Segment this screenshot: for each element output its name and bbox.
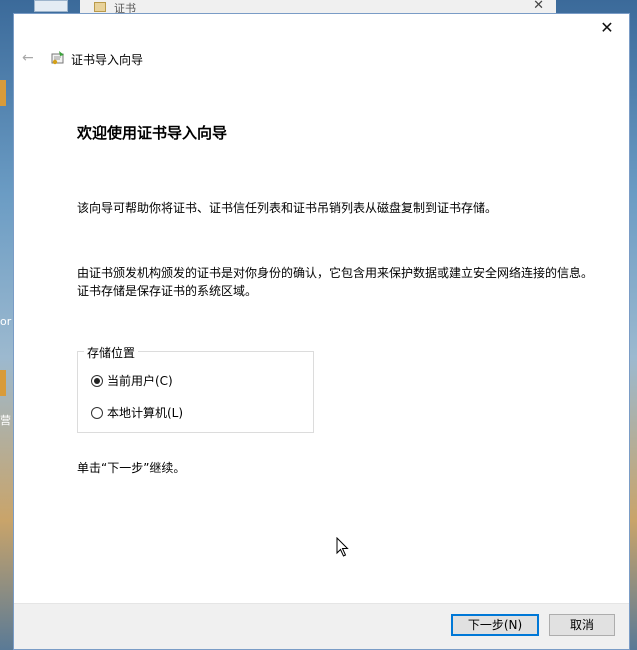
desktop-label: 营 [0,414,11,427]
desktop-icon-fragment [0,80,6,106]
certificate-info-paragraph: 由证书颁发机构颁发的证书是对你身份的确认，它包含用来保护数据或建立安全网络连接的… [77,266,594,298]
description-paragraph: 该向导可帮助你将证书、证书信任列表和证书吊销列表从磁盘复制到证书存储。 [77,201,498,215]
store-location-group: 存储位置 当前用户(C) 本地计算机(L) [77,344,314,433]
certificate-wizard-icon [51,51,64,65]
wizard-header-title: 证书导入向导 [71,53,144,67]
desktop-icon-fragment [0,370,6,396]
store-location-legend: 存储位置 [84,344,139,361]
radio-label-current-user: 当前用户(C) [107,374,173,388]
continue-instruction: 单击“下一步”继续。 [77,461,186,475]
radio-label-local-machine: 本地计算机(L) [107,406,184,420]
radio-button-current-user[interactable] [91,374,103,387]
dialog-footer: 下一步(N) 取消 [14,603,629,649]
wizard-heading: 欢迎使用证书导入向导 [77,124,228,142]
next-button[interactable]: 下一步(N) [451,614,539,636]
cancel-button[interactable]: 取消 [549,614,615,636]
mouse-cursor-icon [336,537,349,557]
background-window-icon [34,0,68,12]
background-window: 证书 ✕ [80,0,556,15]
radio-button-local-machine[interactable] [91,406,103,419]
radio-local-machine[interactable]: 本地计算机(L) [91,404,183,421]
close-icon[interactable]: ✕ [599,20,615,36]
certificate-import-wizard-dialog: ✕ ← 证书导入向导 欢迎使用证书导入向导 该向导可帮助你将证书、证书信任列表和… [13,13,630,650]
radio-current-user[interactable]: 当前用户(C) [91,372,173,389]
certificate-window-icon [94,2,106,12]
desktop-label: or [0,315,12,328]
back-arrow-icon[interactable]: ← [22,50,34,66]
background-close-icon[interactable]: ✕ [533,0,544,13]
